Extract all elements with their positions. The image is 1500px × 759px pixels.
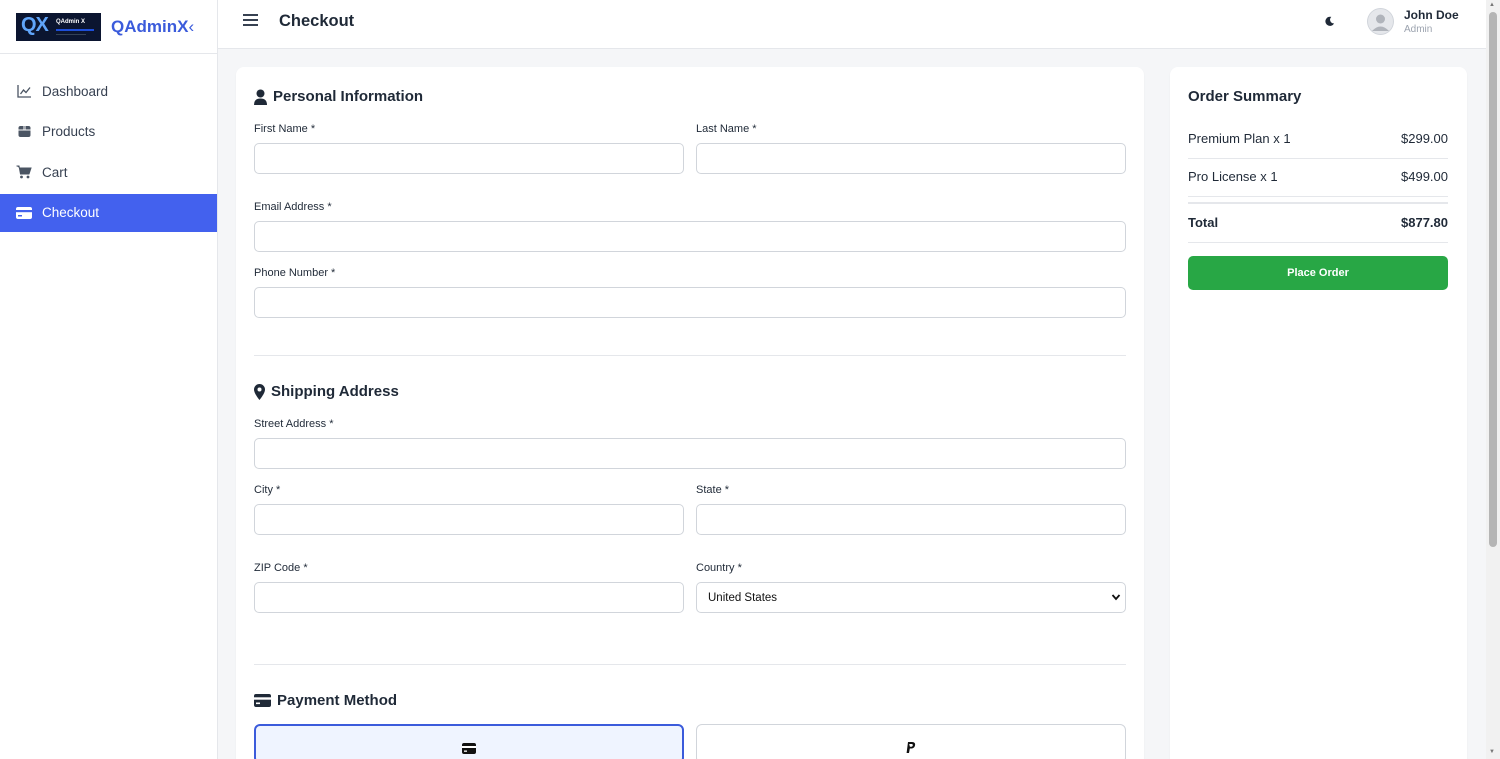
credit-card-icon <box>254 694 271 707</box>
summary-total-value: $877.80 <box>1401 215 1448 230</box>
page-title: Checkout <box>279 12 355 30</box>
avatar[interactable] <box>1367 8 1394 35</box>
top-header: Checkout John Doe Admin <box>218 0 1486 49</box>
logo[interactable]: QX QAdmin X <box>16 12 101 41</box>
chart-line-icon <box>16 83 32 99</box>
page-scrollbar[interactable]: ▲ ▼ <box>1486 0 1500 759</box>
section-title-payment: Payment Method <box>254 692 397 709</box>
phone-field[interactable] <box>254 287 1126 318</box>
section-title-shipping: Shipping Address <box>254 383 399 400</box>
first-name-input[interactable] <box>254 143 684 174</box>
brand-name: QAdminX <box>111 16 189 36</box>
hamburger-menu-icon[interactable] <box>243 13 259 32</box>
sidebar-item-checkout[interactable]: Checkout <box>0 193 217 232</box>
scrollbar-thumb[interactable] <box>1489 12 1497 547</box>
country-select-value: United States <box>708 591 778 604</box>
sidebar: QX QAdmin X QAdminX ‹ Dashboard Products… <box>0 0 218 759</box>
logo-decoration <box>56 28 94 31</box>
city-input[interactable] <box>254 504 684 535</box>
order-summary-card: Order Summary Premium Plan x 1 $299.00 P… <box>1170 67 1467 759</box>
street-label: Street Address * <box>254 418 334 430</box>
moon-icon[interactable] <box>1324 14 1335 32</box>
zip-label: ZIP Code * <box>254 562 308 574</box>
user-role: Admin <box>1404 24 1433 35</box>
credit-card-icon <box>462 741 476 759</box>
summary-item-name: Pro License x 1 <box>1188 169 1278 184</box>
sidebar-item-label: Checkout <box>42 205 100 221</box>
cart-icon <box>16 164 32 180</box>
sidebar-item-label: Dashboard <box>42 83 109 99</box>
scroll-down-arrow-icon[interactable]: ▼ <box>1489 749 1495 755</box>
zip-code-input[interactable] <box>254 582 684 613</box>
place-order-button[interactable]: Place Order <box>1188 256 1448 290</box>
summary-divider <box>1188 158 1448 159</box>
section-title-text: Payment Method <box>277 692 398 709</box>
brand: QX QAdmin X QAdminX ‹ <box>0 0 217 54</box>
country-select[interactable]: United States <box>696 582 1126 613</box>
section-title-text: Personal Information <box>273 88 424 105</box>
credit-card-icon <box>16 205 32 221</box>
box-icon <box>16 124 32 140</box>
state-label: State * <box>696 484 730 496</box>
section-title-personal: Personal Information <box>254 88 423 105</box>
summary-item-row: Premium Plan x 1 $299.00 <box>1188 131 1448 146</box>
logo-decoration <box>56 33 86 35</box>
sidebar-item-cart[interactable]: Cart <box>0 153 217 191</box>
summary-item-row: Pro License x 1 $499.00 <box>1188 169 1448 184</box>
section-divider <box>254 355 1126 356</box>
last-name-input[interactable] <box>696 143 1126 174</box>
summary-item-price: $499.00 <box>1401 169 1448 184</box>
last-name-label: Last Name * <box>696 123 757 135</box>
summary-item-price: $299.00 <box>1401 131 1448 146</box>
user-name[interactable]: John Doe <box>1404 8 1459 22</box>
section-divider <box>254 664 1126 665</box>
phone-label: Phone Number * <box>254 267 336 279</box>
payment-option-card[interactable] <box>254 724 684 759</box>
summary-total-label: Total <box>1188 215 1219 230</box>
sidebar-item-label: Cart <box>42 164 68 180</box>
checkout-form-card: Personal Information First Name * Last N… <box>236 67 1144 759</box>
summary-divider <box>1188 242 1448 243</box>
first-name-label: First Name * <box>254 123 316 135</box>
chevron-down-icon <box>1111 592 1121 605</box>
summary-item-name: Premium Plan x 1 <box>1188 131 1291 146</box>
email-label: Email Address * <box>254 201 332 213</box>
email-field[interactable] <box>254 221 1126 252</box>
summary-total-row: Total $877.80 <box>1188 215 1448 230</box>
sidebar-item-products[interactable]: Products <box>0 113 217 151</box>
state-input[interactable] <box>696 504 1126 535</box>
country-label: Country * <box>696 562 742 574</box>
user-icon <box>254 89 267 105</box>
summary-divider <box>1188 202 1448 204</box>
street-address-input[interactable] <box>254 438 1126 469</box>
order-summary-title: Order Summary <box>1188 88 1302 105</box>
logo-subtext: QAdmin X <box>56 18 86 25</box>
section-title-text: Shipping Address <box>271 383 399 400</box>
summary-divider <box>1188 196 1448 197</box>
sidebar-item-label: Products <box>42 124 96 140</box>
city-label: City * <box>254 484 281 496</box>
map-pin-icon <box>254 383 265 400</box>
payment-option-paypal[interactable] <box>696 724 1126 759</box>
paypal-icon <box>906 740 916 759</box>
chevron-left-icon[interactable]: ‹ <box>188 17 194 37</box>
scroll-up-arrow-icon[interactable]: ▲ <box>1489 2 1495 8</box>
logo-mark: QX <box>21 13 49 36</box>
sidebar-nav: Dashboard Products Cart Checkout <box>0 72 217 232</box>
sidebar-item-dashboard[interactable]: Dashboard <box>0 72 217 110</box>
